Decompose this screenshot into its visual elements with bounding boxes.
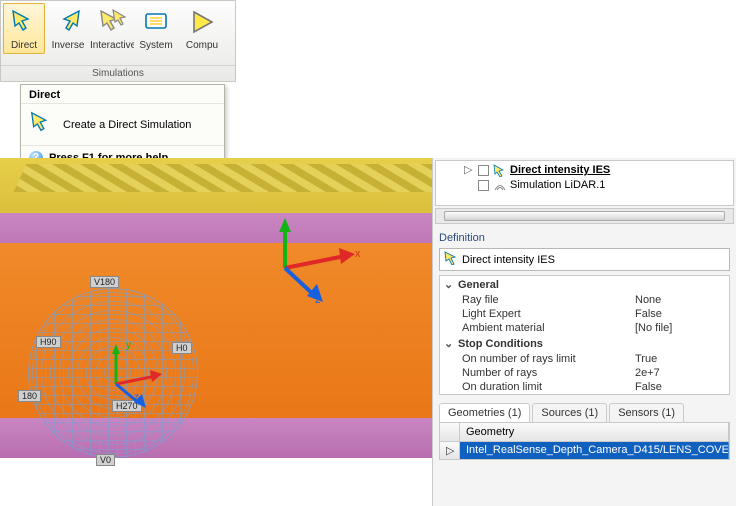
tree-item-direct-intensity[interactable]: ▷ Direct intensity IES xyxy=(440,163,729,178)
simulation-tree[interactable]: ▷ Direct intensity IES ▷ Simulation LiDA… xyxy=(435,160,734,206)
row-handle-icon[interactable]: ▷ xyxy=(440,442,460,459)
viewport-3d[interactable]: V180 H90 H0 180 H270 V0 y z x z xyxy=(0,158,432,506)
axis-label-z: z xyxy=(134,392,139,403)
prop-value: True xyxy=(635,353,725,365)
sim-lidar-icon xyxy=(493,179,506,192)
axis-label-180: 180 xyxy=(18,390,41,402)
prop-group-stop[interactable]: ⌄ Stop Conditions xyxy=(440,335,729,352)
ribbon-interactive-button[interactable]: Interactive xyxy=(91,3,133,54)
axis-label-v180: V180 xyxy=(90,276,119,288)
prop-value: False xyxy=(635,308,725,320)
prop-row[interactable]: Ray file None xyxy=(440,293,729,307)
tab-geometries[interactable]: Geometries (1) xyxy=(439,403,530,422)
axis-label-h90: H90 xyxy=(36,336,61,348)
table-row[interactable]: ▷ Intel_RealSense_Depth_Camera_D415/LENS… xyxy=(440,442,729,459)
ribbon-row: Direct Inverse Interactive xyxy=(1,1,235,65)
sim-direct-icon xyxy=(444,251,458,268)
prop-key: On number of rays limit xyxy=(462,353,635,365)
grid-column-header[interactable]: Geometry xyxy=(460,423,729,441)
ribbon-label: Compu xyxy=(186,40,218,51)
ribbon-direct-button[interactable]: Direct xyxy=(3,3,45,54)
right-panel: ▷ Direct intensity IES ▷ Simulation LiDA… xyxy=(432,158,736,506)
axes-triad-main[interactable]: x z xyxy=(255,218,365,311)
prop-row[interactable]: On duration limit False xyxy=(440,380,729,394)
prop-group-title: Stop Conditions xyxy=(458,338,543,350)
ribbon-label: System xyxy=(139,40,172,51)
tab-sources[interactable]: Sources (1) xyxy=(532,403,607,422)
tooltip-title: Direct xyxy=(21,85,224,104)
arrow-direct-icon xyxy=(29,110,55,139)
prop-value: 2e+7 xyxy=(635,367,725,379)
axes-triad-sphere[interactable]: y z xyxy=(96,344,176,417)
axis-label-x: x xyxy=(355,248,361,260)
prop-group-general[interactable]: ⌄ General xyxy=(440,276,729,293)
prop-key: Ambient material xyxy=(462,322,635,334)
expand-icon[interactable]: ▷ xyxy=(464,163,474,178)
axis-label-z: z xyxy=(315,294,321,306)
model-fins xyxy=(13,164,432,192)
property-grid[interactable]: ⌄ General Ray file None Light Expert Fal… xyxy=(439,275,730,395)
ribbon-simulations: Direct Inverse Interactive xyxy=(0,0,236,82)
arrow-inverse-icon xyxy=(52,6,84,38)
axis-label-y: y xyxy=(126,340,131,351)
prop-value: None xyxy=(635,294,725,306)
prop-value: False xyxy=(635,381,725,393)
definition-name-field[interactable] xyxy=(439,248,730,271)
definition-section-label: Definition xyxy=(433,226,736,246)
bottom-tabs: Geometries (1) Sources (1) Sensors (1) xyxy=(439,403,730,422)
arrow-interactive-icon xyxy=(96,6,128,38)
compute-play-icon xyxy=(186,6,218,38)
grid-corner-header xyxy=(440,423,460,441)
checkbox[interactable] xyxy=(478,180,489,191)
sim-direct-icon xyxy=(493,164,506,177)
prop-group-title: General xyxy=(458,279,499,291)
tooltip-body-row: Create a Direct Simulation xyxy=(21,104,224,145)
prop-row[interactable]: On number of rays limit True xyxy=(440,352,729,366)
ribbon-label: Direct xyxy=(11,40,37,51)
tree-item-label: Direct intensity IES xyxy=(510,163,610,178)
prop-row[interactable]: Ambient material [No file] xyxy=(440,321,729,335)
tree-scrollbar[interactable] xyxy=(435,208,734,224)
tree-item-label: Simulation LiDAR.1 xyxy=(510,178,605,193)
tree-item-lidar[interactable]: ▷ Simulation LiDAR.1 xyxy=(440,178,729,193)
prop-key: Ray file xyxy=(462,294,635,306)
prop-key: Light Expert xyxy=(462,308,635,320)
ribbon-inverse-button[interactable]: Inverse xyxy=(47,3,89,54)
ribbon-label: Interactive xyxy=(90,40,134,51)
tab-sensors[interactable]: Sensors (1) xyxy=(609,403,684,422)
axis-label-v0: V0 xyxy=(96,454,115,466)
prop-row[interactable]: Light Expert False xyxy=(440,307,729,321)
geometry-cell[interactable]: Intel_RealSense_Depth_Camera_D415/LENS_C… xyxy=(460,442,729,459)
ribbon-label: Inverse xyxy=(52,40,85,51)
chevron-down-icon[interactable]: ⌄ xyxy=(444,337,454,350)
system-icon xyxy=(140,6,172,38)
grid-header: Geometry xyxy=(440,423,729,442)
prop-key: Number of rays xyxy=(462,367,635,379)
checkbox[interactable] xyxy=(478,165,489,176)
geometry-table[interactable]: Geometry ▷ Intel_RealSense_Depth_Camera_… xyxy=(439,422,730,460)
chevron-down-icon[interactable]: ⌄ xyxy=(444,278,454,291)
tooltip-body-text: Create a Direct Simulation xyxy=(63,119,191,131)
prop-value: [No file] xyxy=(635,322,725,334)
definition-name-input[interactable] xyxy=(462,254,725,266)
ribbon-group-label: Simulations xyxy=(1,65,235,81)
arrow-direct-icon xyxy=(8,6,40,38)
ribbon-system-button[interactable]: System xyxy=(135,3,177,54)
ribbon-compute-button[interactable]: Compu xyxy=(179,3,225,54)
prop-key: On duration limit xyxy=(462,381,635,393)
prop-row[interactable]: Number of rays 2e+7 xyxy=(440,366,729,380)
